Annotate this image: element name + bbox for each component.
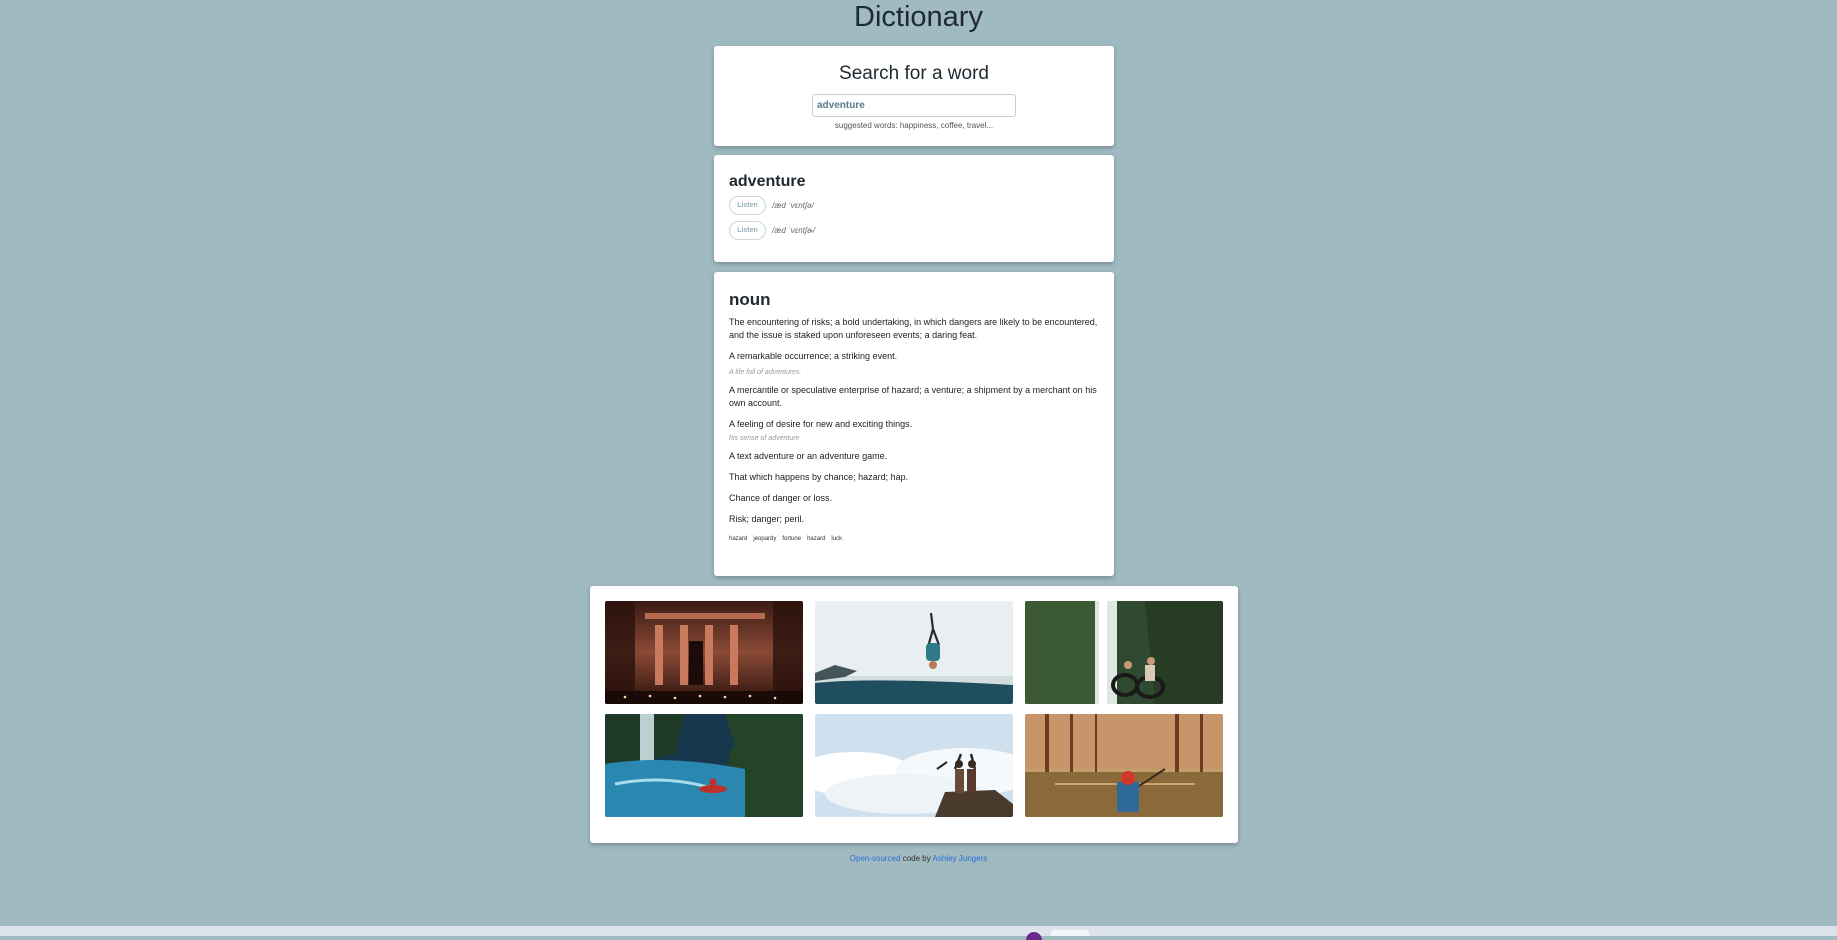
definition-example: A life full of adventures.: [729, 369, 802, 376]
definition: A remarkable occurrence; a striking even…: [729, 351, 898, 361]
petra-treasury-photo[interactable]: [605, 601, 803, 704]
taskbar: [0, 926, 1837, 936]
phonetic-row: Listen /æd ˈvɛntʃɚ/: [729, 220, 1099, 241]
definition: Chance of danger or loss.: [729, 493, 833, 503]
footer: Open-sourced code by Ashley Jungers: [0, 854, 1837, 863]
part-of-speech: noun: [729, 290, 771, 309]
synonym: fortune: [782, 536, 802, 542]
definition-example: his sense of adventure: [729, 435, 800, 442]
listen-button[interactable]: Listen: [729, 196, 766, 215]
definition: A mercantile or speculative enterprise o…: [729, 385, 1097, 408]
search-heading: Search for a word: [839, 63, 989, 84]
definition-list: The encountering of risks; a bold undert…: [729, 316, 1099, 526]
listen-button[interactable]: Listen: [729, 221, 766, 240]
synonym: hazard: [807, 536, 826, 542]
definition-card: noun The encountering of risks; a bold u…: [714, 272, 1114, 576]
author-link[interactable]: Ashley Jungers: [933, 854, 988, 863]
mountain-summit-photo[interactable]: [815, 714, 1013, 817]
swamp-canoe-photo[interactable]: [1025, 714, 1223, 817]
definition: That which happens by chance; hazard; ha…: [729, 472, 909, 482]
taskbar-tab[interactable]: [1051, 930, 1089, 936]
waterfall-tubing-photo[interactable]: [1025, 601, 1223, 704]
cliff-dive-photo[interactable]: [815, 601, 1013, 704]
phonetic-text: /æd ˈvɛntʃə/: [772, 201, 814, 210]
synonym-list: hazard jeopardy fortune hazard luck: [729, 536, 1099, 542]
definition: A text adventure or an adventure game.: [729, 451, 888, 461]
phonetic-row: Listen /æd ˈvɛntʃə/: [729, 195, 1099, 216]
phonetic-text: /æd ˈvɛntʃɚ/: [772, 226, 816, 235]
footer-text: code by: [902, 854, 931, 863]
word-heading: adventure: [729, 173, 806, 190]
page-title: Dictionary: [854, 1, 983, 33]
search-card: Search for a word suggested words: happi…: [714, 46, 1114, 146]
synonym: hazard: [729, 536, 748, 542]
photo-gallery: [590, 586, 1238, 843]
definition: A feeling of desire for new and exciting…: [729, 419, 913, 429]
definition: The encountering of risks; a bold undert…: [729, 317, 1098, 340]
word-card: adventure Listen /æd ˈvɛntʃə/ Listen /æd…: [714, 155, 1114, 262]
source-code-link[interactable]: Open-sourced: [850, 854, 901, 863]
synonym: jeopardy: [753, 536, 777, 542]
suggested-words-hint: suggested words: happiness, coffee, trav…: [834, 121, 994, 130]
kayak-river-photo[interactable]: [605, 714, 803, 817]
search-input[interactable]: [812, 94, 1016, 117]
definition: Risk; danger; peril.: [729, 514, 805, 524]
synonym: luck: [831, 536, 843, 542]
